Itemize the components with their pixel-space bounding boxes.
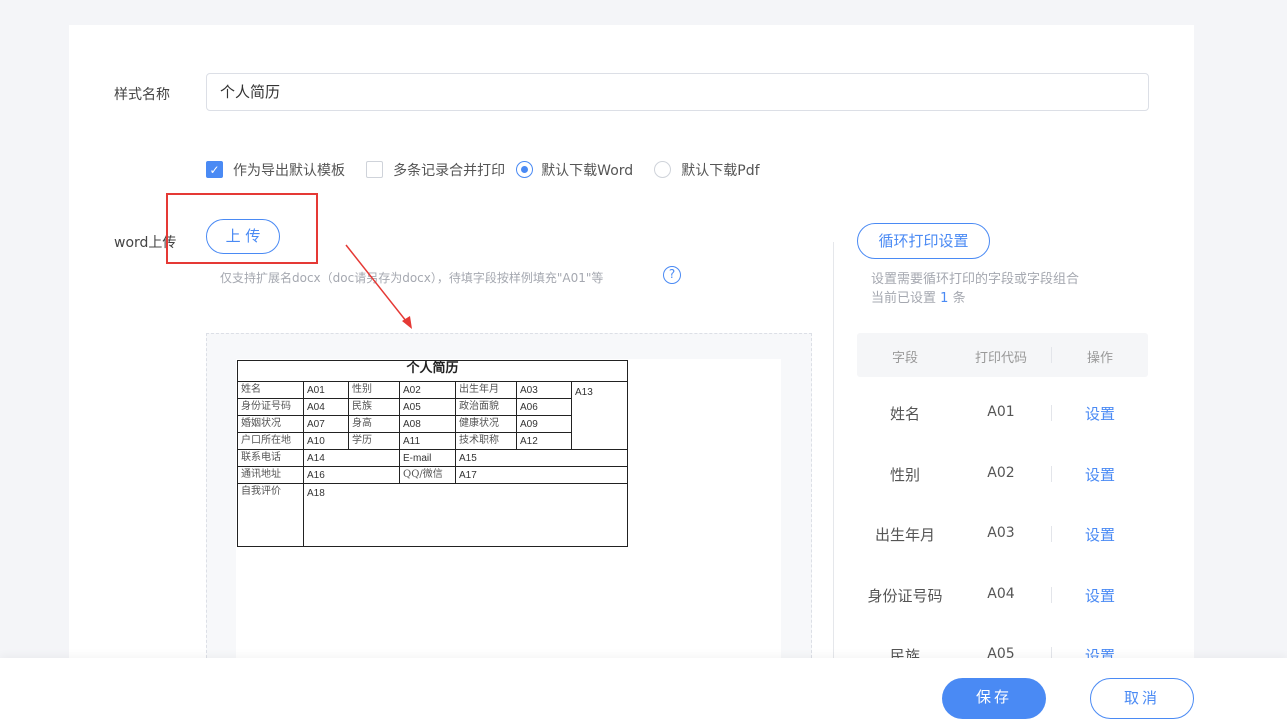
doc-cell: 姓名 — [237, 381, 304, 399]
row-field: 性别 — [889, 465, 920, 484]
doc-cell: A12 — [516, 432, 572, 450]
doc-cell: A06 — [516, 398, 572, 416]
doc-cell: QQ/微信 — [399, 466, 456, 484]
doc-cell: 技术职称 — [455, 432, 517, 450]
resume-table: 个人简历 姓名 A01 性别 A02 出生年月 A03 A13 身份证号码 A04 民族 A05 政… — [237, 360, 628, 547]
loop-table-row: 性别 A02 设置 — [857, 444, 1148, 504]
document-preview: 个人简历 姓名 A01 性别 A02 出生年月 A03 A13 身份证号码 A04 民族 A05 政… — [206, 333, 812, 669]
doc-cell: A04 — [303, 398, 349, 416]
doc-cell: 通讯地址 — [237, 466, 304, 484]
count-prefix: 当前已设置 — [871, 291, 937, 306]
doc-cell: 联系电话 — [237, 449, 304, 467]
loop-print-settings-button[interactable]: 循环打印设置 — [857, 223, 990, 259]
doc-cell: 婚姻状况 — [237, 415, 304, 433]
doc-cell: A07 — [303, 415, 349, 433]
row-field: 姓名 — [889, 405, 920, 423]
loop-count: 当前已设置 1 条 — [871, 287, 966, 306]
annotation-highlight-box — [166, 193, 318, 264]
doc-cell: A16 — [303, 466, 400, 484]
merge-print-checkbox[interactable] — [366, 161, 384, 178]
header-action: 操作 — [1086, 351, 1113, 366]
doc-cell: A02 — [399, 381, 456, 399]
row-field: 出生年月 — [874, 526, 935, 544]
row-set-link[interactable]: 设置 — [1052, 585, 1148, 606]
annotation-arrow-icon — [345, 244, 412, 329]
options-row: ✓ 作为导出默认模板 多条记录合并打印 默认下载Word 默认下载Pdf — [206, 159, 760, 180]
default-template-label: 作为导出默认模板 — [233, 162, 345, 179]
header-code: 打印代码 — [974, 351, 1027, 366]
doc-cell: A17 — [455, 466, 628, 484]
row-set-link[interactable]: 设置 — [1052, 524, 1148, 545]
doc-cell: 学历 — [348, 432, 400, 450]
doc-cell: A15 — [455, 449, 628, 467]
loop-table-header: 字段 打印代码 操作 — [857, 333, 1148, 377]
doc-cell: A05 — [399, 398, 456, 416]
doc-cell: 民族 — [348, 398, 400, 416]
doc-cell: 健康状况 — [455, 415, 517, 433]
row-set-link[interactable]: 设置 — [1052, 464, 1148, 485]
download-word-label: 默认下载Word — [541, 162, 634, 179]
merge-print-label: 多条记录合并打印 — [393, 162, 506, 179]
doc-title: 个人简历 — [237, 360, 628, 382]
doc-cell: A01 — [303, 381, 349, 399]
loop-table-row: 姓名 A01 设置 — [857, 383, 1148, 443]
doc-cell: 身份证号码 — [237, 398, 304, 416]
doc-cell: A09 — [516, 415, 572, 433]
loop-description: 设置需要循环打印的字段或字段组合 — [871, 272, 1080, 287]
doc-cell: 政治面貌 — [455, 398, 517, 416]
help-icon[interactable]: ? — [663, 266, 681, 284]
row-code: A01 — [987, 404, 1015, 420]
doc-cell: A18 — [303, 483, 628, 547]
doc-cell: 出生年月 — [455, 381, 517, 399]
doc-cell: A13 — [571, 381, 628, 450]
doc-cell: A03 — [516, 381, 572, 399]
loop-table-row: 身份证号码 A04 设置 — [857, 565, 1148, 625]
doc-cell: E-mail — [399, 449, 456, 467]
download-pdf-label: 默认下载Pdf — [681, 162, 760, 179]
count-suffix: 条 — [952, 291, 966, 306]
divider — [833, 242, 834, 662]
header-field: 字段 — [891, 351, 918, 366]
doc-cell: 户口所在地 — [237, 432, 304, 450]
doc-cell: 性别 — [348, 381, 400, 399]
cancel-button[interactable]: 取消 — [1090, 678, 1194, 719]
save-button[interactable]: 保存 — [942, 678, 1046, 719]
document-page: 个人简历 姓名 A01 性别 A02 出生年月 A03 A13 身份证号码 A04 民族 A05 政… — [236, 359, 781, 669]
doc-cell: A14 — [303, 449, 400, 467]
doc-cell: A08 — [399, 415, 456, 433]
row-code: A03 — [987, 525, 1015, 541]
doc-cell: A10 — [303, 432, 349, 450]
download-word-radio[interactable] — [516, 161, 534, 178]
row-code: A04 — [987, 585, 1015, 602]
row-set-link[interactable]: 设置 — [1052, 403, 1148, 424]
doc-cell: A11 — [399, 432, 456, 450]
download-pdf-radio[interactable] — [654, 161, 672, 178]
loop-table-row: 出生年月 A03 设置 — [857, 504, 1148, 564]
row-code: A02 — [987, 464, 1015, 481]
style-name-label: 样式名称 — [114, 87, 170, 103]
row-field: 身份证号码 — [867, 586, 943, 605]
doc-cell: 身高 — [348, 415, 400, 433]
count-value: 1 — [940, 291, 949, 306]
doc-cell: 自我评价 — [237, 483, 304, 547]
default-template-checkbox[interactable]: ✓ — [206, 161, 223, 178]
style-name-input[interactable]: 个人简历 — [206, 73, 1149, 111]
